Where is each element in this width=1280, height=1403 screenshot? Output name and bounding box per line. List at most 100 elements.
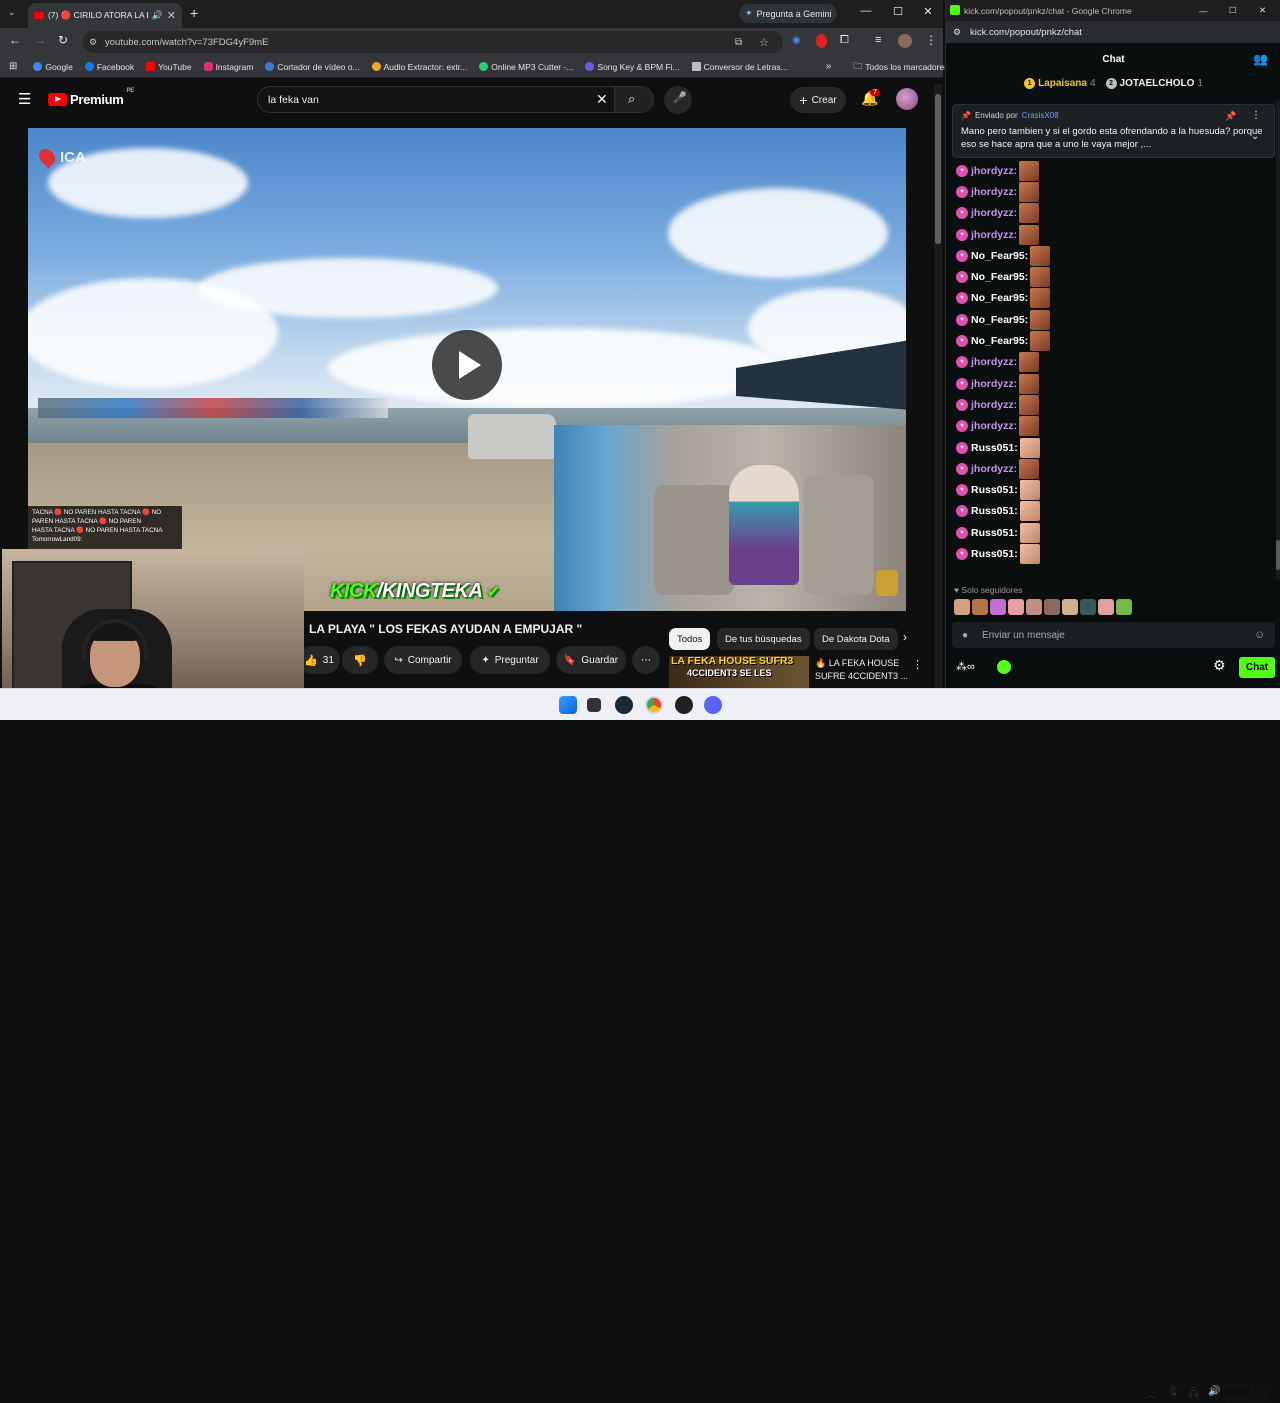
close-tab-icon[interactable]: ✕: [167, 9, 176, 22]
users-icon[interactable]: 👥: [1253, 52, 1268, 66]
all-bookmarks[interactable]: 🗀 Todos los marcadores: [853, 59, 948, 75]
start-icon[interactable]: [559, 696, 577, 714]
close-window-icon[interactable]: ✕: [921, 5, 935, 18]
bookmark-item[interactable]: Conversor de Letras...: [691, 62, 788, 72]
chat-username[interactable]: No_Fear95:: [971, 250, 1028, 262]
recommended-menu-icon[interactable]: ⋮: [912, 658, 923, 671]
bookmark-item[interactable]: Audio Extractor: extr...: [371, 62, 467, 72]
chat-username[interactable]: jhordyzz:: [971, 186, 1017, 198]
bookmark-item[interactable]: Online MP3 Cutter -...: [479, 62, 573, 72]
chat-username[interactable]: No_Fear95:: [971, 292, 1028, 304]
emote-button[interactable]: [1116, 599, 1132, 615]
youtube-logo[interactable]: Premium PE: [48, 88, 134, 107]
clock-time[interactable]: 04:45 a. m.: [1222, 1381, 1268, 1391]
mic-tray-icon[interactable]: 🎙: [1167, 1386, 1180, 1397]
chat-username[interactable]: Russ051:: [971, 442, 1018, 454]
maximize-icon[interactable]: ☐: [891, 5, 905, 18]
chat-scrollbar-thumb[interactable]: [1276, 540, 1280, 570]
chat-username[interactable]: No_Fear95:: [971, 335, 1028, 347]
kick-address-bar[interactable]: ⚙ kick.com/popout/pnkz/chat: [946, 21, 1280, 43]
emote-button[interactable]: [972, 599, 988, 615]
emote-button[interactable]: [1080, 599, 1096, 615]
kick-minimize-icon[interactable]: —: [1199, 6, 1208, 16]
chat-username[interactable]: jhordyzz:: [971, 165, 1017, 177]
tab-group-icon[interactable]: ≡: [875, 34, 881, 46]
chrome-menu-icon[interactable]: ⋮: [925, 33, 937, 47]
kick-points-icon[interactable]: [997, 660, 1011, 674]
profile-avatar[interactable]: [898, 34, 912, 48]
chat-username[interactable]: Russ051:: [971, 505, 1018, 517]
pinned-message[interactable]: 📌 Enviado por CrasisX08 Mano pero tambie…: [952, 104, 1275, 158]
emote-button[interactable]: [1008, 599, 1024, 615]
kick-close-icon[interactable]: ✕: [1259, 5, 1266, 16]
page-scrollbar[interactable]: [934, 84, 942, 688]
chat-username[interactable]: jhordyzz:: [971, 356, 1017, 368]
chat-username[interactable]: jhordyzz:: [971, 463, 1017, 475]
kick-maximize-icon[interactable]: ☐: [1229, 5, 1237, 16]
scrollbar-thumb[interactable]: [935, 94, 941, 244]
emote-button[interactable]: [990, 599, 1006, 615]
emote-button[interactable]: [1044, 599, 1060, 615]
back-icon[interactable]: ←: [9, 33, 21, 47]
tab-search-icon[interactable]: ⌄: [8, 7, 16, 18]
address-bar[interactable]: ⚙ youtube.com/watch?v=73FDG4yF9mE ⧉ ☆: [83, 31, 783, 53]
bookmark-item[interactable]: Facebook: [84, 62, 134, 72]
clock-date[interactable]: 04/08/2026: [1222, 1393, 1268, 1403]
dislike-button[interactable]: 👎: [342, 646, 378, 674]
leaderboard-entry[interactable]: 2 JOTAELCHOLO 1: [1105, 78, 1203, 98]
emote-button[interactable]: [954, 599, 970, 615]
task-view-icon[interactable]: [587, 698, 601, 712]
steam-icon[interactable]: [615, 696, 633, 714]
recommended-title[interactable]: 🔥 LA FEKA HOUSE SUFRE 4CCIDENT3 ...: [815, 657, 910, 683]
collapse-chevron-icon[interactable]: ⌄: [1251, 131, 1259, 142]
clear-search-icon[interactable]: ✕: [596, 91, 608, 108]
chat-username[interactable]: No_Fear95:: [971, 314, 1028, 326]
recommended-thumbnail[interactable]: LA FEKA HOUSE SUFR3 4CCIDENT3 SE LES: [669, 656, 809, 688]
network-icon[interactable]: 🖧: [1188, 1386, 1199, 1403]
search-button[interactable]: ⌕: [614, 86, 654, 113]
chat-username[interactable]: jhordyzz:: [971, 420, 1017, 432]
emote-button[interactable]: [1098, 599, 1114, 615]
chat-username[interactable]: Russ051:: [971, 527, 1018, 539]
message-input[interactable]: ● Enviar un mensaje ☺: [952, 622, 1275, 648]
account-avatar[interactable]: [896, 88, 918, 110]
apps-icon[interactable]: ⊞: [9, 61, 17, 72]
more-actions-button[interactable]: ⋯: [632, 646, 660, 674]
bookmark-item[interactable]: Cortador de vídeo o...: [265, 62, 360, 72]
chat-username[interactable]: Russ051:: [971, 484, 1018, 496]
points-icon[interactable]: ⁂∞: [956, 660, 975, 673]
chip-from-searches[interactable]: De tus búsquedas: [717, 628, 810, 650]
voice-search-button[interactable]: 🎤: [664, 86, 692, 114]
volume-icon[interactable]: 🔊: [1208, 1386, 1220, 1397]
pinned-user[interactable]: CrasisX08: [1022, 111, 1059, 120]
tray-chevron-icon[interactable]: ︿: [1145, 1386, 1155, 1401]
leaderboard-entry[interactable]: 1 Lapaisana 4: [1024, 78, 1096, 98]
share-button[interactable]: ↪ Compartir: [384, 646, 462, 674]
chat-username[interactable]: No_Fear95:: [971, 271, 1028, 283]
ask-button[interactable]: ✦ Preguntar: [470, 646, 550, 674]
save-button[interactable]: 🔖 Guardar: [556, 646, 626, 674]
video-player[interactable]: ICA KICK/KINGTEKA ✔ TACNA 🔴 NO PAREN HAS…: [28, 128, 906, 611]
send-chat-button[interactable]: Chat: [1239, 657, 1275, 678]
bookmark-item[interactable]: Instagram: [203, 62, 253, 72]
bookmark-star-icon[interactable]: ☆: [759, 36, 769, 49]
chat-username[interactable]: Russ051:: [971, 548, 1018, 560]
forward-icon[interactable]: →: [34, 33, 46, 47]
menu-icon[interactable]: ☰: [18, 90, 31, 108]
chips-next-icon[interactable]: ›: [903, 630, 907, 644]
extension-record-icon[interactable]: [816, 34, 827, 48]
chip-all[interactable]: Todos: [669, 628, 711, 650]
extensions-icon[interactable]: ⧠: [840, 34, 849, 47]
unpin-icon[interactable]: 📌: [1225, 111, 1236, 122]
chrome-icon[interactable]: [645, 696, 663, 714]
chat-scrollbar[interactable]: [1276, 100, 1280, 580]
minimize-icon[interactable]: —: [859, 5, 873, 17]
pinned-menu-icon[interactable]: ⋮: [1251, 110, 1261, 121]
emote-button[interactable]: [1062, 599, 1078, 615]
search-input[interactable]: la feka van ✕: [257, 86, 615, 113]
extension-audio-icon[interactable]: ◉: [792, 35, 801, 46]
bookmark-item[interactable]: Song Key & BPM Fi...: [585, 62, 680, 72]
site-info-icon[interactable]: ⚙: [89, 37, 97, 48]
create-button[interactable]: + Crear: [790, 87, 846, 113]
more-bookmarks-icon[interactable]: »: [826, 61, 832, 72]
